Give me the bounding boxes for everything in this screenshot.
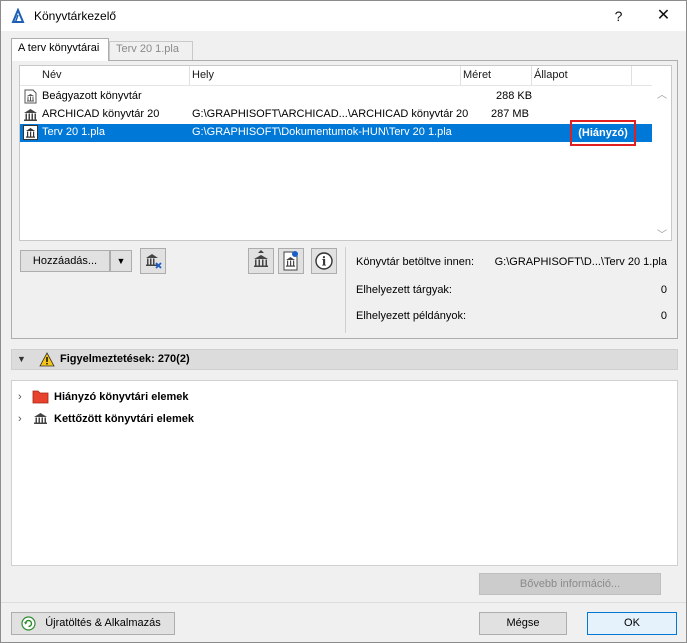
- library-location: G:\GRAPHISOFT\Dokumentumok-HUN\Terv 20 1…: [192, 126, 452, 138]
- expand-chevron-icon[interactable]: ›: [18, 391, 22, 403]
- tab-terv-pla[interactable]: Terv 20 1.pla: [109, 41, 193, 60]
- add-dropdown-arrow[interactable]: ▼: [110, 250, 132, 272]
- status-missing-badge: (Hiányzó): [570, 120, 636, 146]
- scroll-down-icon[interactable]: ﹀: [656, 226, 668, 241]
- library-name: Beágyazott könyvtár: [42, 90, 142, 102]
- column-status[interactable]: Állapot: [534, 69, 568, 81]
- reload-icon: [21, 616, 36, 631]
- remove-library-icon: [146, 254, 162, 269]
- column-location[interactable]: Hely: [192, 69, 214, 81]
- tree-item-label: Hiányzó könyvtári elemek: [54, 391, 189, 403]
- cancel-button[interactable]: Mégse: [479, 612, 567, 635]
- scroll-up-icon[interactable]: ︿: [656, 86, 668, 101]
- warnings-tree: › Hiányzó könyvtári elemek › Kettőzött k…: [11, 380, 678, 566]
- library-icon: [34, 413, 47, 424]
- collapse-caret-icon[interactable]: ▼: [17, 354, 26, 364]
- info-button[interactable]: i: [311, 248, 337, 274]
- library-upload-icon: [254, 250, 268, 267]
- library-row[interactable]: ARCHICAD könyvtár 20 G:\GRAPHISOFT\ARCHI…: [20, 106, 652, 124]
- library-list[interactable]: Név Hely Méret Állapot Beágyazott könyvt…: [19, 65, 672, 241]
- pla-library-icon: [23, 125, 38, 140]
- warning-icon: [39, 352, 55, 367]
- library-row-selected[interactable]: Terv 20 1.pla G:\GRAPHISOFT\Dokumentumok…: [20, 120, 652, 146]
- library-document-icon: [283, 251, 298, 271]
- library-size: 287 MB: [491, 108, 529, 120]
- warnings-header[interactable]: ▼ Figyelmeztetések: 270(2): [11, 349, 678, 370]
- warnings-title: Figyelmeztetések: 270(2): [60, 353, 190, 365]
- library-location: G:\GRAPHISOFT\ARCHICAD...\ARCHICAD könyv…: [192, 108, 469, 120]
- list-header: Név Hely Méret Állapot: [20, 66, 652, 86]
- title-bar: Könyvtárkezelő ? ✕: [1, 1, 686, 31]
- column-name[interactable]: Név: [42, 69, 62, 81]
- archicad-app-icon: [10, 8, 26, 24]
- libraries-panel: Név Hely Méret Állapot Beágyazott könyvt…: [11, 60, 678, 339]
- ok-button[interactable]: OK: [587, 612, 677, 635]
- add-library-button[interactable]: Hozzáadás...: [20, 250, 110, 272]
- placed-instances-value: 0: [660, 310, 667, 322]
- remove-library-button[interactable]: [140, 248, 166, 274]
- reload-apply-label: Újratöltés & Alkalmazás: [45, 617, 161, 629]
- loaded-from-value: G:\GRAPHISOFT\D...\Terv 20 1.pla: [494, 256, 667, 268]
- library-size: 288 KB: [496, 90, 533, 102]
- bimcomponents-button[interactable]: [248, 248, 274, 274]
- info-icon: i: [315, 252, 333, 270]
- expand-chevron-icon[interactable]: ›: [18, 413, 22, 425]
- placed-instances-label: Elhelyezett példányok:: [356, 310, 467, 322]
- tree-item-label: Kettőzött könyvtári elemek: [54, 413, 194, 425]
- library-name: Terv 20 1.pla: [42, 126, 105, 138]
- placed-objects-value: 0: [660, 284, 667, 296]
- library-name: ARCHICAD könyvtár 20: [42, 108, 160, 120]
- window-title: Könyvtárkezelő: [34, 9, 117, 23]
- loaded-from-label: Könyvtár betöltve innen:: [356, 256, 475, 268]
- help-button[interactable]: ?: [596, 1, 641, 31]
- more-info-button[interactable]: Bővebb információ...: [479, 573, 661, 595]
- library-icon: [24, 109, 37, 121]
- close-button[interactable]: ✕: [641, 1, 686, 31]
- tree-item-missing[interactable]: › Hiányzó könyvtári elemek: [18, 389, 318, 407]
- column-size[interactable]: Méret: [463, 69, 491, 81]
- library-row[interactable]: Beágyazott könyvtár 288 KB: [20, 88, 652, 106]
- tab-project-libraries[interactable]: A terv könyvtárai: [11, 38, 109, 61]
- reload-apply-button[interactable]: Újratöltés & Alkalmazás: [11, 612, 175, 635]
- library-manager-dialog: Könyvtárkezelő ? ✕ A terv könyvtárai Ter…: [0, 0, 687, 643]
- tree-item-duplicate[interactable]: › Kettőzött könyvtári elemek: [18, 411, 318, 429]
- info-glyph: i: [322, 255, 327, 269]
- library-documents-button[interactable]: [278, 248, 304, 274]
- placed-objects-label: Elhelyezett tárgyak:: [356, 284, 452, 296]
- embedded-library-icon: [24, 89, 37, 104]
- red-folder-icon: [32, 390, 49, 404]
